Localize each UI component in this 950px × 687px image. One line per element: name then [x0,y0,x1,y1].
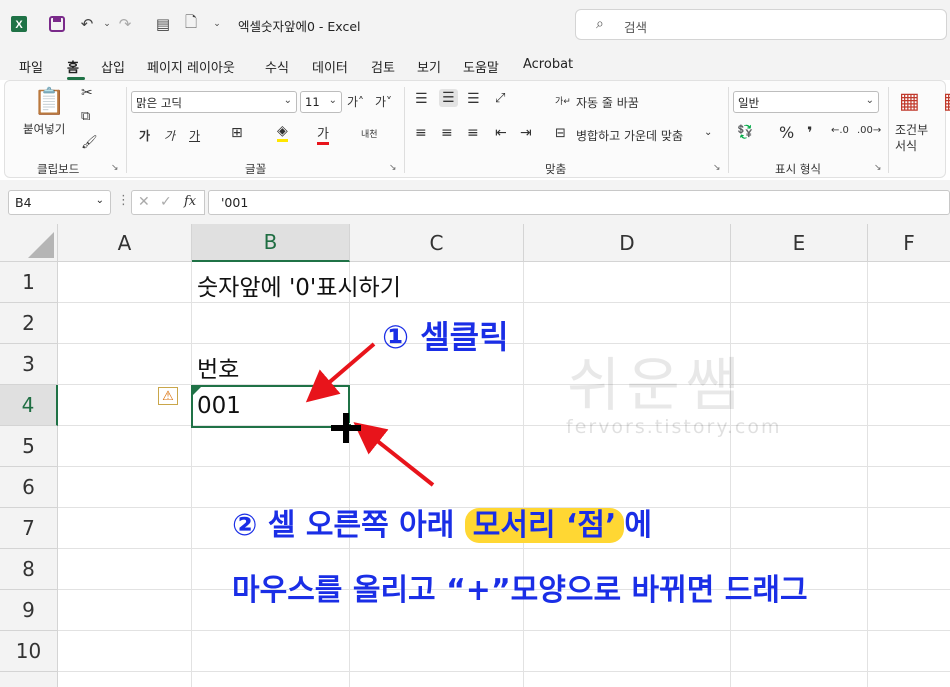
arrow-to-handle-icon [353,422,435,487]
arrow-to-cell-icon [305,342,376,403]
crosshair-cursor-icon [331,413,361,443]
annotation-arrows [305,342,435,487]
